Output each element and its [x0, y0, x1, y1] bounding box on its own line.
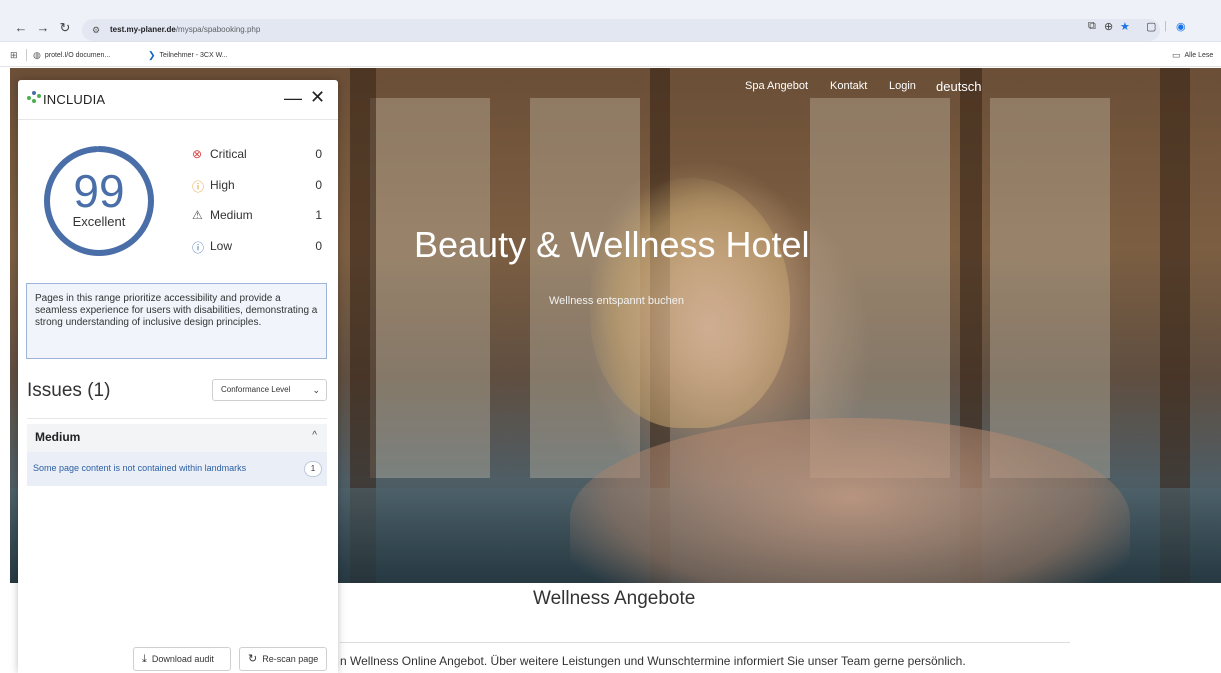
arrow-right-icon[interactable]: →	[36, 20, 50, 35]
extensions-icon[interactable]: ▢	[1146, 20, 1156, 33]
globe-icon: ◍	[33, 50, 41, 60]
hero-subtitle: Wellness entspannt buchen	[549, 295, 684, 307]
reload-icon: ↻	[248, 653, 258, 665]
severity-label: Medium	[210, 208, 253, 222]
language-switch[interactable]: deutsch	[936, 79, 982, 94]
nav-kontakt[interactable]: Kontakt	[830, 80, 867, 92]
issue-group-medium[interactable]: Medium ^	[27, 424, 327, 452]
section-divider	[340, 642, 1070, 643]
score-description: Pages in this range prioritize accessibi…	[26, 283, 327, 359]
score-rating: Excellent	[72, 214, 126, 229]
severity-label: Low	[210, 239, 233, 253]
x-circle-icon: ⊗	[192, 147, 203, 161]
browser-toolbar: ← → ↻ ⚙ test.my-planer.de/myspa/spabooki…	[0, 0, 1221, 42]
divider-icon: |	[1164, 20, 1167, 32]
url-host: test.my-planer.de	[110, 25, 176, 34]
chevron-bookmark-icon: ❯	[148, 50, 156, 60]
includia-panel: INCLUDIA — ✕ 99 Excellent ⊗ Critical 0 ⓘ…	[18, 80, 338, 673]
issue-item[interactable]: Some page content is not contained withi…	[27, 452, 327, 486]
issue-text: Some page content is not contained withi…	[33, 463, 247, 473]
bookmark-label: protel.I/O documen...	[44, 52, 111, 59]
rescan-page-button[interactable]: ↻ Re-scan page	[239, 647, 327, 671]
bookmarks-bar: ⊞ ◍ protel.I/O documen... ❯ Teilnehmer -…	[0, 42, 1221, 67]
close-icon[interactable]: ✕	[310, 87, 325, 108]
panel-header: INCLUDIA — ✕	[18, 80, 338, 120]
folder-icon: ▭	[1172, 50, 1181, 60]
issues-divider	[27, 418, 327, 419]
info-circle-icon: ⓘ	[192, 241, 205, 255]
bookmark-3cx[interactable]: ❯ Teilnehmer - 3CX W...	[148, 50, 228, 61]
chevron-down-icon: ⌄	[312, 385, 320, 395]
score-value: 99	[73, 165, 125, 217]
conformance-level-label: Conformance Level	[221, 385, 291, 394]
warning-circle-icon: ⓘ	[192, 180, 205, 194]
conformance-level-select[interactable]: Conformance Level ⌄	[212, 379, 327, 401]
severity-count: 0	[315, 147, 322, 161]
section-text: n Wellness Online Angebot. Über weitere …	[340, 654, 966, 668]
cast-icon[interactable]: ⧉	[1088, 20, 1096, 33]
severity-critical: ⊗ Critical 0	[192, 147, 322, 165]
severity-count: 0	[315, 239, 322, 253]
chevron-up-icon: ^	[312, 430, 317, 441]
star-icon[interactable]: ★	[1120, 20, 1130, 33]
severity-label: Critical	[210, 147, 247, 161]
severity-medium: ⚠ Medium 1	[192, 208, 322, 226]
site-settings-icon[interactable]: ⚙	[92, 19, 100, 41]
issues-title: Issues (1)	[27, 380, 111, 401]
url-path: /myspa/spabooking.php	[175, 25, 261, 34]
rescan-label: Re-scan page	[262, 654, 319, 664]
severity-label: High	[210, 178, 235, 192]
download-icon: ⤓	[142, 653, 147, 665]
minimize-icon[interactable]: —	[284, 88, 302, 109]
bookmark-protel[interactable]: ◍ protel.I/O documen...	[33, 50, 110, 61]
section-title: Wellness Angebote	[533, 588, 696, 609]
issue-count-badge: 1	[304, 461, 322, 477]
all-bookmarks[interactable]: ▭ Alle Lese	[1172, 50, 1213, 61]
hero-title: Beauty & Wellness Hotel	[414, 224, 810, 265]
apps-grid-icon[interactable]: ⊞	[10, 50, 18, 61]
panel-brand: INCLUDIA	[43, 92, 106, 107]
bookmark-divider	[26, 49, 27, 61]
includia-logo-icon	[27, 91, 41, 105]
warning-triangle-icon: ⚠	[192, 208, 203, 222]
nav-login[interactable]: Login	[889, 80, 916, 92]
zoom-icon[interactable]: ⊕	[1104, 20, 1113, 33]
severity-count: 0	[315, 178, 322, 192]
reload-icon[interactable]: ↻	[58, 20, 72, 36]
download-audit-button[interactable]: ⤓ Download audit	[133, 647, 231, 671]
severity-count: 1	[315, 208, 322, 222]
arrow-left-icon[interactable]: ←	[14, 20, 28, 35]
nav-spa-angebot[interactable]: Spa Angebot	[745, 80, 808, 92]
severity-high: ⓘ High 0	[192, 178, 322, 196]
profile-icon[interactable]: ◉	[1176, 20, 1186, 33]
bookmark-label: Teilnehmer - 3CX W...	[159, 52, 228, 59]
download-label: Download audit	[151, 654, 214, 664]
severity-low: ⓘ Low 0	[192, 239, 322, 257]
address-bar[interactable]: ⚙ test.my-planer.de/myspa/spabooking.php	[82, 19, 1160, 41]
all-bookmarks-label: Alle Lese	[1184, 52, 1214, 59]
issue-group-label: Medium	[35, 430, 81, 444]
